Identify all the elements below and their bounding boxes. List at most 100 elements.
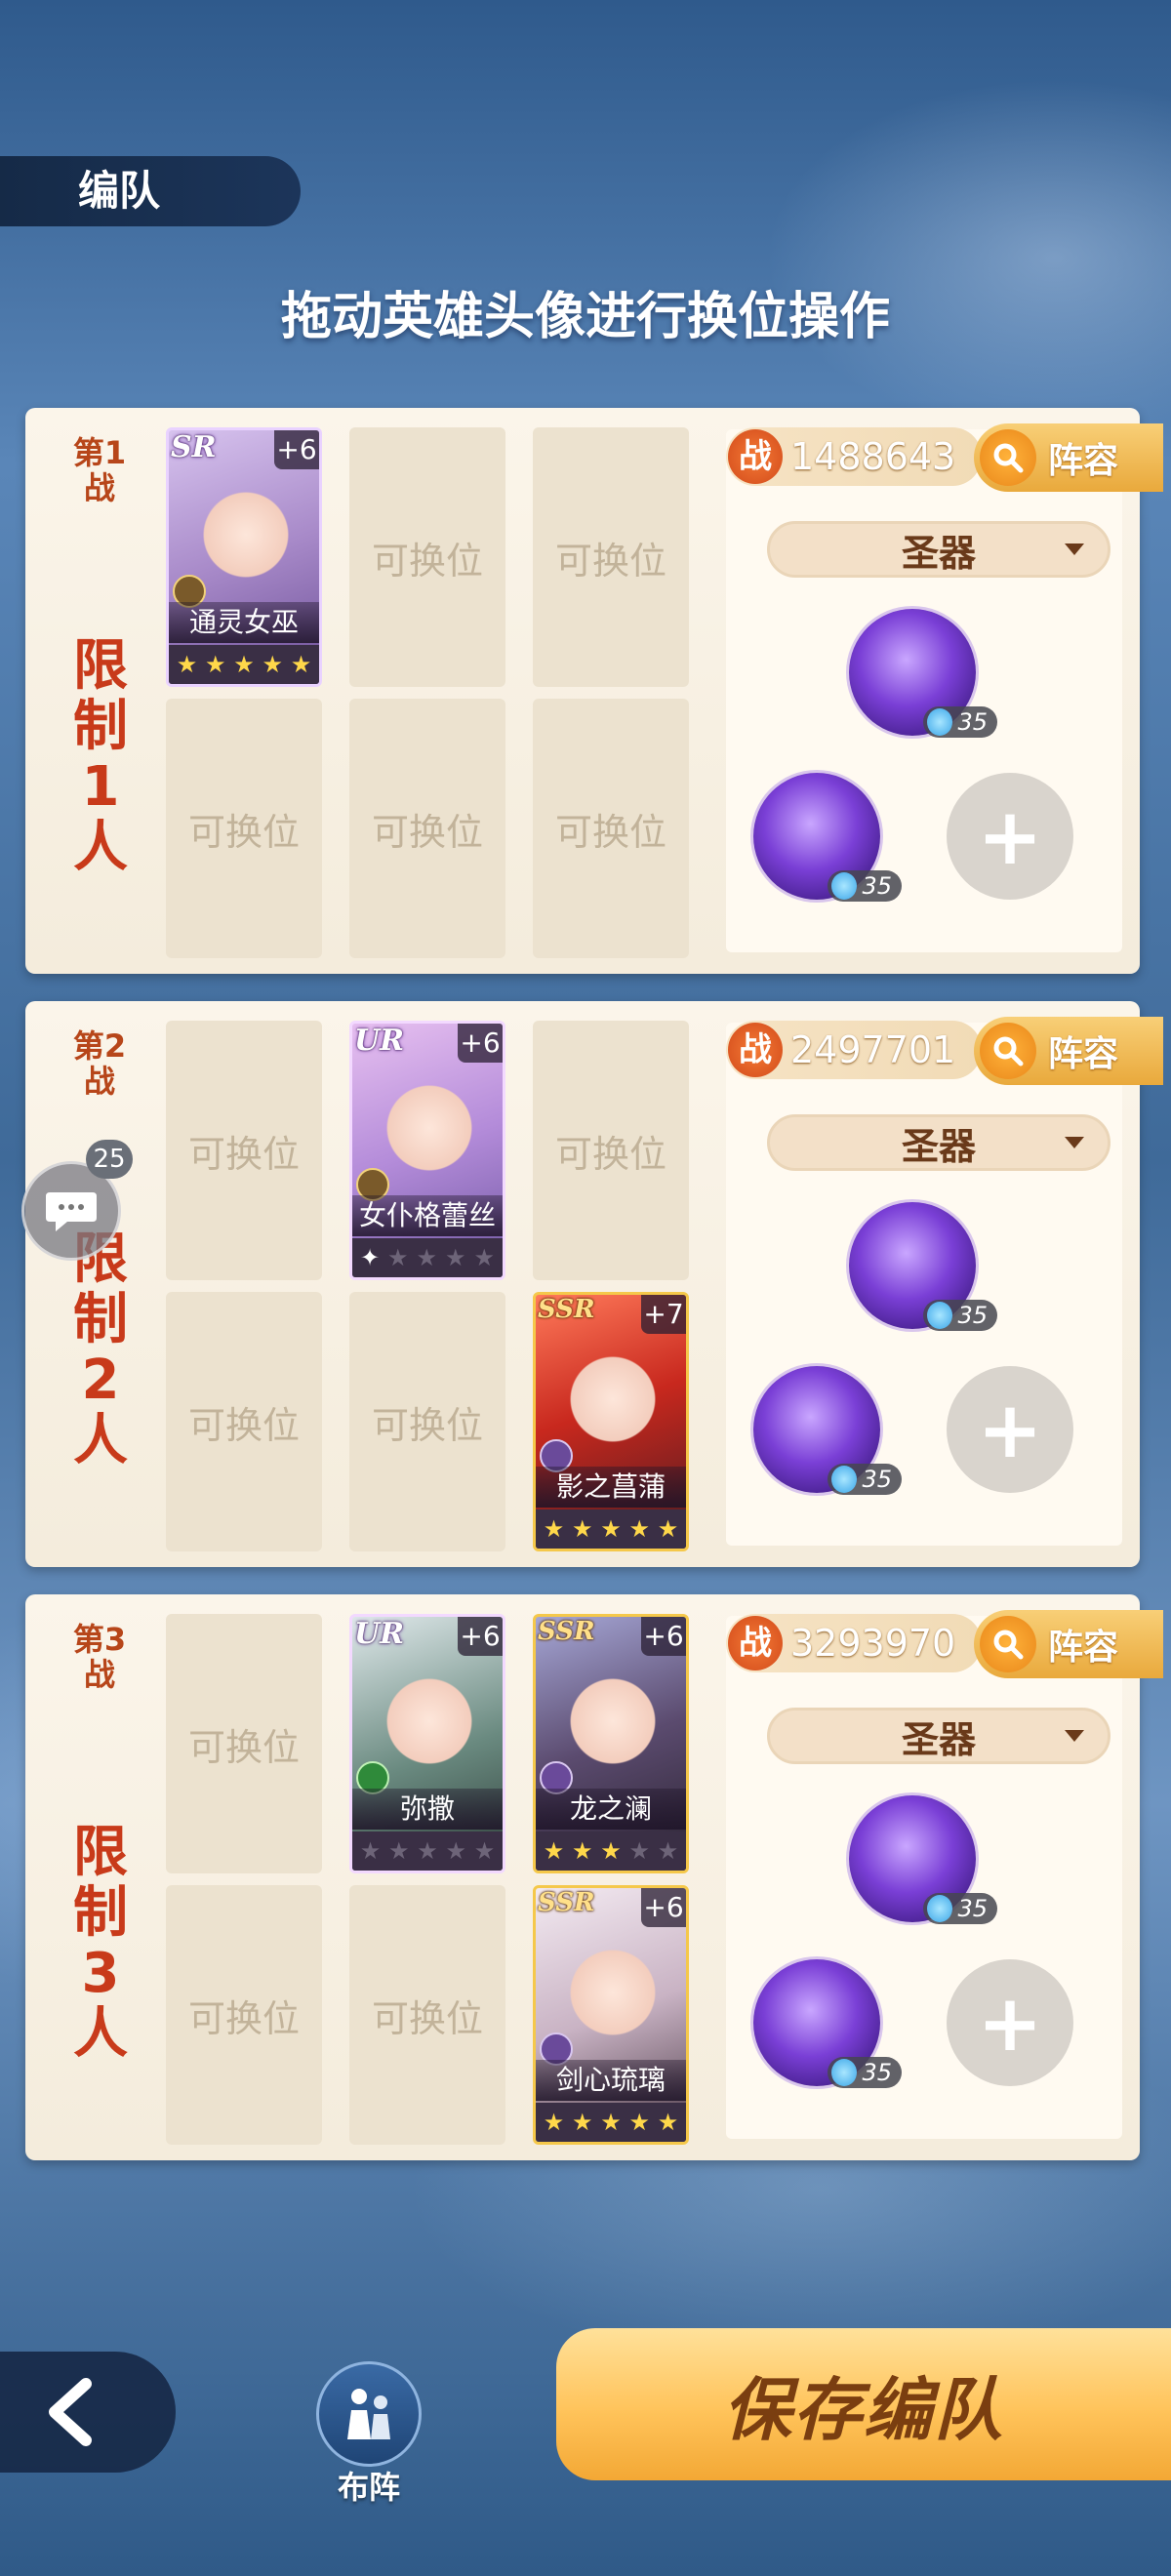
hero-card-changpu[interactable]: SSR +7 影之菖蒲 ★ ★ ★ ★ ★ — [533, 1292, 689, 1551]
hero-portrait — [385, 1668, 473, 1765]
stage-label: 第1战 — [72, 434, 127, 506]
rarity-badge: UR — [354, 1024, 405, 1058]
hero-card-longzhilan[interactable]: SSR +6 龙之澜 ★ ★ ★ ★ ★ — [533, 1614, 689, 1873]
hero-name: 龙之澜 — [536, 1789, 686, 1830]
relic-level: 35 — [828, 2057, 902, 2088]
lineup-label: 阵容 — [1048, 1034, 1119, 1074]
star-rating: ★ ★ ★ ★ ★ — [352, 1831, 503, 1871]
hero-name: 弥撒 — [352, 1789, 503, 1830]
lineup-button[interactable]: 阵容 — [974, 1017, 1163, 1085]
empty-slot[interactable]: 可换位 — [166, 1614, 322, 1873]
magnifier-icon — [980, 1616, 1036, 1672]
dropdown-arrow-icon — [1065, 543, 1084, 555]
hero-card-tongling[interactable]: SR +6 通灵女巫 ★ ★ ★ ★ ★ — [166, 427, 322, 687]
lineup-label: 阵容 — [1048, 1628, 1119, 1668]
back-arrow-icon — [49, 2378, 92, 2446]
empty-slot[interactable]: 可换位 — [533, 1021, 689, 1280]
relic-level: 35 — [828, 1464, 902, 1495]
battle-panel-1: 第1战 限制1人 SR +6 通灵女巫 ★ ★ ★ ★ ★ 可换位 可换位 可换位 可换… — [25, 408, 1163, 974]
enhance-level: +7 — [641, 1295, 686, 1334]
power-icon: 战 — [728, 1616, 783, 1670]
relic-icon[interactable]: 35 — [753, 1959, 902, 2088]
rarity-badge: SSR — [538, 1295, 595, 1324]
relic-icon[interactable]: 35 — [753, 773, 902, 902]
add-relic-button[interactable]: + — [947, 1366, 1073, 1493]
rarity-badge: SSR — [538, 1617, 595, 1646]
dropdown-arrow-icon — [1065, 1137, 1084, 1148]
limit-label: 限制2人 — [73, 1228, 128, 1472]
star-rating: ★ ★ ★ ★ ★ — [536, 1831, 686, 1871]
star-rating: ★ ★ ★ ★ ★ — [169, 645, 319, 684]
empty-slot[interactable]: 可换位 — [349, 699, 505, 958]
hero-card-liuli[interactable]: SSR +6 剑心琉璃 ★ ★ ★ ★ ★ — [533, 1885, 689, 2145]
empty-slot[interactable]: 可换位 — [166, 1021, 322, 1280]
empty-slot[interactable]: 可换位 — [349, 427, 505, 687]
empty-slot[interactable]: 可换位 — [166, 1885, 322, 2145]
power-value: 1488643 — [790, 435, 956, 478]
formation-label: 布阵 — [337, 2469, 400, 2506]
add-relic-button[interactable]: + — [947, 773, 1073, 900]
chat-unread-badge: 25 — [86, 1140, 133, 1179]
enhance-level: +6 — [458, 1024, 503, 1063]
relic-icon[interactable]: 35 — [753, 1366, 902, 1495]
empty-slot[interactable]: 可换位 — [349, 1292, 505, 1551]
rarity-badge: SSR — [538, 1888, 595, 1917]
empty-slot[interactable]: 可换位 — [533, 699, 689, 958]
stage-label: 第3战 — [72, 1621, 127, 1693]
enhance-level: +6 — [274, 430, 319, 469]
back-button[interactable] — [0, 2352, 176, 2473]
empty-slot[interactable]: 可换位 — [166, 699, 322, 958]
lineup-button[interactable]: 阵容 — [974, 423, 1163, 492]
power-icon: 战 — [728, 429, 783, 484]
combat-power: 战 1488643 — [726, 427, 982, 486]
power-icon: 战 — [728, 1023, 783, 1077]
lineup-button[interactable]: 阵容 — [974, 1610, 1163, 1678]
magnifier-icon — [980, 429, 1036, 486]
chat-icon — [46, 1192, 97, 1231]
empty-slot[interactable]: 可换位 — [533, 427, 689, 687]
relic-level: 35 — [923, 1893, 997, 1924]
limit-label: 限制1人 — [73, 634, 128, 879]
relic-level: 35 — [923, 706, 997, 738]
relic-icon[interactable]: 35 — [849, 609, 997, 738]
formation-button[interactable]: 布阵 — [310, 2361, 427, 2508]
hero-name: 影之菖蒲 — [536, 1467, 686, 1508]
hero-portrait — [569, 1346, 657, 1443]
hero-name: 剑心琉璃 — [536, 2060, 686, 2101]
dropdown-label: 圣器 — [901, 1717, 976, 1761]
battle-panel-3: 第3战 限制3人 可换位 UR +6 弥撒 ★ ★ ★ ★ ★ SSR +6 龙之澜 ★… — [25, 1594, 1163, 2160]
rarity-badge: SR — [171, 430, 217, 464]
relic-icon[interactable]: 35 — [849, 1202, 997, 1331]
add-relic-button[interactable]: + — [947, 1959, 1073, 2086]
enhance-level: +6 — [641, 1617, 686, 1656]
relic-dropdown[interactable]: 圣器 — [767, 521, 1110, 578]
battle-panel-2: 第2战 限制2人 可换位 UR +6 女仆格蕾丝 ✦ ★ ★ ★ ★ 可换位 可换位 可… — [25, 1001, 1163, 1567]
power-value: 3293970 — [790, 1622, 956, 1665]
enhance-level: +6 — [641, 1888, 686, 1927]
dropdown-arrow-icon — [1065, 1730, 1084, 1742]
hero-portrait — [202, 481, 290, 579]
relic-level: 35 — [923, 1300, 997, 1331]
hero-name: 通灵女巫 — [169, 602, 319, 643]
relic-icon[interactable]: 35 — [849, 1795, 997, 1924]
page-title: 编队 — [0, 156, 301, 226]
empty-slot[interactable]: 可换位 — [166, 1292, 322, 1551]
hero-name: 女仆格蕾丝 — [352, 1195, 503, 1236]
relic-dropdown[interactable]: 圣器 — [767, 1114, 1110, 1171]
lineup-label: 阵容 — [1048, 441, 1119, 481]
formation-icon — [316, 2361, 422, 2467]
limit-label: 限制3人 — [73, 1821, 128, 2066]
relic-dropdown[interactable]: 圣器 — [767, 1708, 1110, 1764]
relic-level: 35 — [828, 870, 902, 902]
save-team-button[interactable]: 保存编队 — [556, 2328, 1171, 2480]
enhance-level: +6 — [458, 1617, 503, 1656]
star-rating: ★ ★ ★ ★ ★ — [536, 1509, 686, 1549]
hero-card-misa[interactable]: UR +6 弥撒 ★ ★ ★ ★ ★ — [349, 1614, 505, 1873]
empty-slot[interactable]: 可换位 — [349, 1885, 505, 2145]
combat-power: 战 2497701 — [726, 1021, 982, 1079]
star-rating: ★ ★ ★ ★ ★ — [536, 2103, 686, 2142]
power-value: 2497701 — [790, 1028, 956, 1071]
hero-card-grace[interactable]: UR +6 女仆格蕾丝 ✦ ★ ★ ★ ★ — [349, 1021, 505, 1280]
hero-portrait — [569, 1939, 657, 2036]
combat-power: 战 3293970 — [726, 1614, 982, 1672]
